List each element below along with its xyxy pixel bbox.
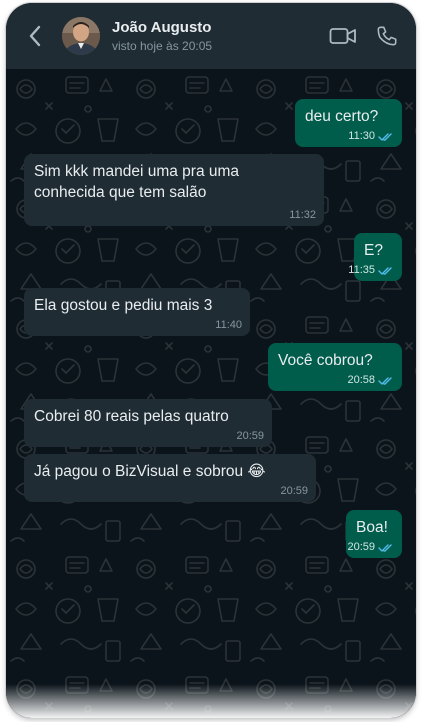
back-button[interactable] bbox=[22, 21, 48, 51]
message-meta: 20:59 bbox=[347, 541, 394, 554]
message-text: Você cobrou? bbox=[278, 352, 373, 369]
double-check-icon bbox=[378, 543, 394, 553]
voice-call-button[interactable] bbox=[372, 21, 402, 51]
message-bubble-outgoing[interactable]: deu certo? 11:30 bbox=[295, 99, 402, 147]
phone-frame: João Augusto visto hoje às 20:05 deu cer… bbox=[6, 3, 416, 718]
message-text: E? bbox=[364, 242, 383, 259]
message-meta: 11:40 bbox=[215, 319, 242, 332]
message-time: 20:59 bbox=[236, 430, 264, 442]
message-text: Cobrei 80 reais pelas quatro bbox=[34, 408, 229, 425]
message-time: 20:59 bbox=[347, 541, 375, 553]
message-bubble-outgoing[interactable]: Boa! 20:59 bbox=[346, 510, 402, 558]
avatar[interactable] bbox=[62, 17, 100, 55]
message-meta: 20:58 bbox=[347, 374, 394, 387]
double-check-icon bbox=[378, 376, 394, 386]
contact-info[interactable]: João Augusto visto hoje às 20:05 bbox=[112, 19, 314, 54]
message-meta: 11:30 bbox=[348, 130, 394, 143]
video-call-button[interactable] bbox=[328, 21, 358, 51]
message-bubble-incoming[interactable]: Cobrei 80 reais pelas quatro 20:59 bbox=[24, 399, 272, 447]
message-meta: 11:35 bbox=[348, 264, 394, 277]
message-time: 11:40 bbox=[215, 319, 242, 331]
double-check-icon bbox=[378, 132, 394, 142]
message-meta: 20:59 bbox=[236, 430, 264, 443]
message-text: Já pagou o BizVisual e sobrou 😂 bbox=[34, 463, 266, 480]
message-time: 20:58 bbox=[347, 374, 375, 386]
contact-last-seen: visto hoje às 20:05 bbox=[112, 38, 213, 53]
video-camera-icon bbox=[329, 28, 356, 44]
chat-area[interactable]: deu certo? 11:30 Sim kkk mandei uma pra … bbox=[6, 69, 416, 718]
chevron-left-icon bbox=[29, 25, 41, 47]
message-bubble-outgoing[interactable]: E? 11:35 bbox=[348, 233, 402, 281]
message-meta: 20:59 bbox=[280, 485, 308, 498]
chat-header: João Augusto visto hoje às 20:05 bbox=[6, 3, 416, 69]
contact-name: João Augusto bbox=[112, 18, 212, 36]
message-meta: 11:32 bbox=[289, 209, 316, 222]
message-text: deu certo? bbox=[305, 108, 379, 125]
phone-icon bbox=[377, 26, 397, 46]
message-text: Sim kkk mandei uma pra uma conhecida que… bbox=[34, 163, 240, 201]
message-bubble-incoming[interactable]: Sim kkk mandei uma pra uma conhecida que… bbox=[24, 154, 324, 226]
double-check-icon bbox=[378, 266, 394, 276]
message-time: 20:59 bbox=[280, 485, 308, 497]
message-time: 11:30 bbox=[348, 130, 375, 142]
message-time: 11:32 bbox=[289, 209, 316, 221]
header-actions bbox=[314, 21, 402, 51]
message-text: Boa! bbox=[356, 519, 388, 536]
message-text: Ela gostou e pediu mais 3 bbox=[34, 297, 213, 314]
message-bubble-incoming[interactable]: Já pagou o BizVisual e sobrou 😂 20:59 bbox=[24, 454, 316, 502]
message-bubble-incoming[interactable]: Ela gostou e pediu mais 3 11:40 bbox=[24, 288, 250, 336]
message-bubble-outgoing[interactable]: Você cobrou? 20:58 bbox=[268, 343, 402, 391]
bottom-fade bbox=[6, 684, 416, 718]
message-time: 11:35 bbox=[348, 264, 375, 276]
